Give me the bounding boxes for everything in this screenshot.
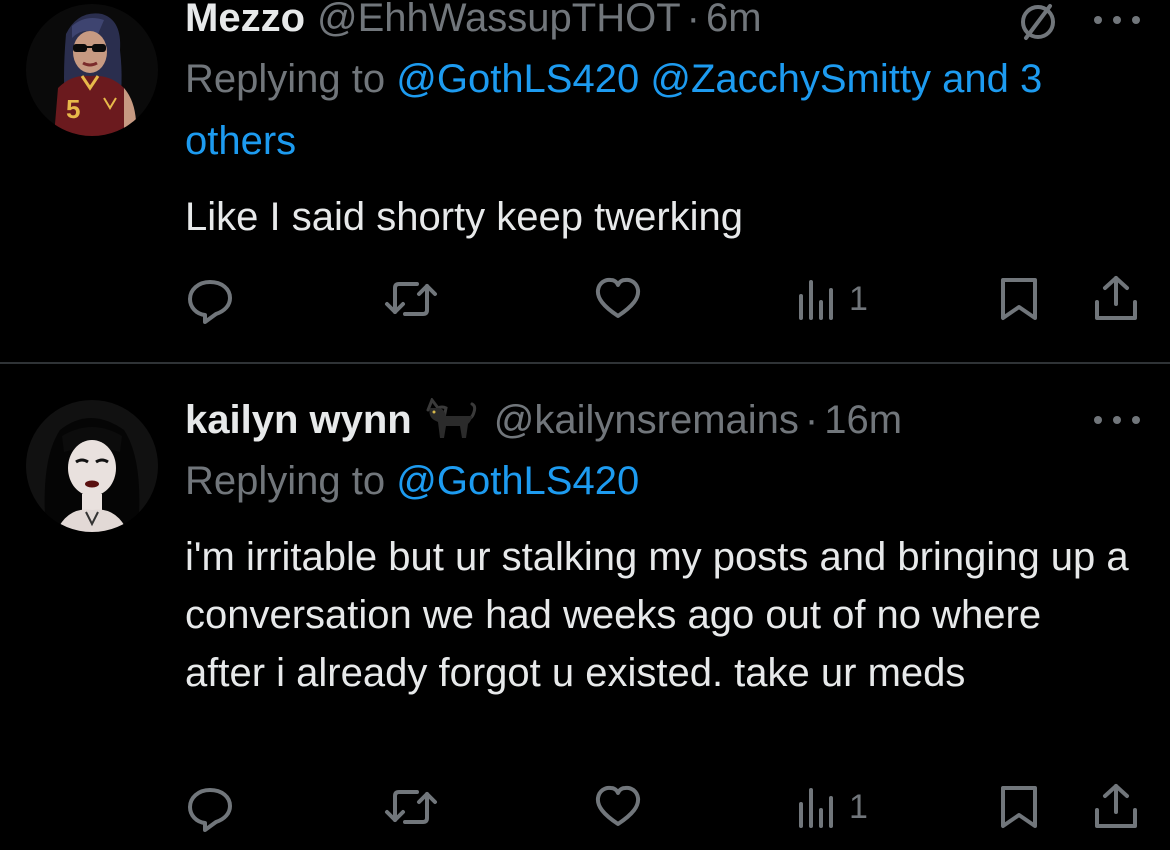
share-button[interactable] — [1093, 274, 1139, 324]
svg-text:5: 5 — [66, 94, 80, 124]
tweet[interactable]: 5 Mezzo @EhhWassupTHOT · 6m Replying to … — [0, 0, 1170, 362]
user-avatar[interactable] — [26, 400, 158, 532]
share-icon — [1095, 276, 1137, 320]
like-button[interactable] — [593, 274, 643, 324]
bookmark-icon — [1001, 786, 1037, 828]
bookmark-button[interactable] — [997, 782, 1041, 832]
more-icon[interactable] — [1094, 14, 1140, 26]
reply-button[interactable] — [185, 274, 235, 324]
tweet-actions: 1 — [185, 782, 1145, 832]
analytics-icon — [799, 788, 833, 828]
tweet-actions: 1 — [185, 274, 1145, 324]
grok-icon[interactable] — [1016, 0, 1060, 44]
retweet-icon — [385, 790, 437, 824]
avatar-kailyn-image — [26, 400, 158, 532]
more-icon[interactable] — [1094, 414, 1140, 426]
retweet-button[interactable] — [383, 782, 439, 832]
views-count: 1 — [849, 279, 868, 318]
tweet-text: i'm irritable but ur stalking my posts a… — [185, 535, 1129, 695]
separator: · — [804, 398, 819, 442]
timestamp[interactable]: 6m — [706, 0, 762, 42]
replying-to: Replying to @GothLS420 — [185, 450, 1142, 512]
reply-button[interactable] — [185, 782, 235, 832]
replying-prefix: Replying to — [185, 459, 397, 503]
avatar-mezzo-image: 5 — [26, 4, 158, 136]
user-handle[interactable]: @EhhWassupTHOT — [317, 0, 681, 42]
reply-mentions[interactable]: @GothLS420 — [396, 459, 639, 503]
like-button[interactable] — [593, 782, 643, 832]
retweet-button[interactable] — [383, 274, 439, 324]
heart-icon — [595, 277, 641, 318]
separator: · — [686, 0, 700, 40]
display-name[interactable]: kailyn wynn — [185, 396, 412, 444]
reply-icon — [188, 788, 232, 832]
tweet[interactable]: kailyn wynn @kailynsremains · 16m Replyi… — [0, 364, 1170, 850]
share-button[interactable] — [1093, 782, 1139, 832]
user-handle[interactable]: @kailynsremains — [494, 396, 799, 444]
replying-prefix: Replying to — [185, 57, 397, 101]
analytics-icon — [799, 280, 833, 320]
heart-icon — [595, 785, 641, 826]
bookmark-icon — [1001, 278, 1037, 320]
views-count: 1 — [849, 787, 868, 826]
tweet-text: Like I said shorty keep twerking — [185, 195, 744, 239]
tweet-header: Mezzo @EhhWassupTHOT · 6m — [185, 0, 762, 42]
reply-icon — [188, 280, 232, 324]
bookmark-button[interactable] — [997, 274, 1041, 324]
user-avatar[interactable]: 5 — [26, 4, 158, 136]
replying-to: Replying to @GothLS420 @ZacchySmitty and… — [185, 48, 1142, 172]
display-name[interactable]: Mezzo — [185, 0, 305, 42]
tweet-header: kailyn wynn @kailynsremains · 16m — [185, 396, 902, 444]
views-button[interactable]: 1 — [795, 274, 868, 324]
retweet-icon — [385, 282, 437, 316]
views-button[interactable]: 1 — [795, 782, 868, 832]
black-cat-emoji-icon — [424, 396, 480, 442]
timestamp[interactable]: 16m — [824, 396, 902, 444]
share-icon — [1095, 784, 1137, 828]
